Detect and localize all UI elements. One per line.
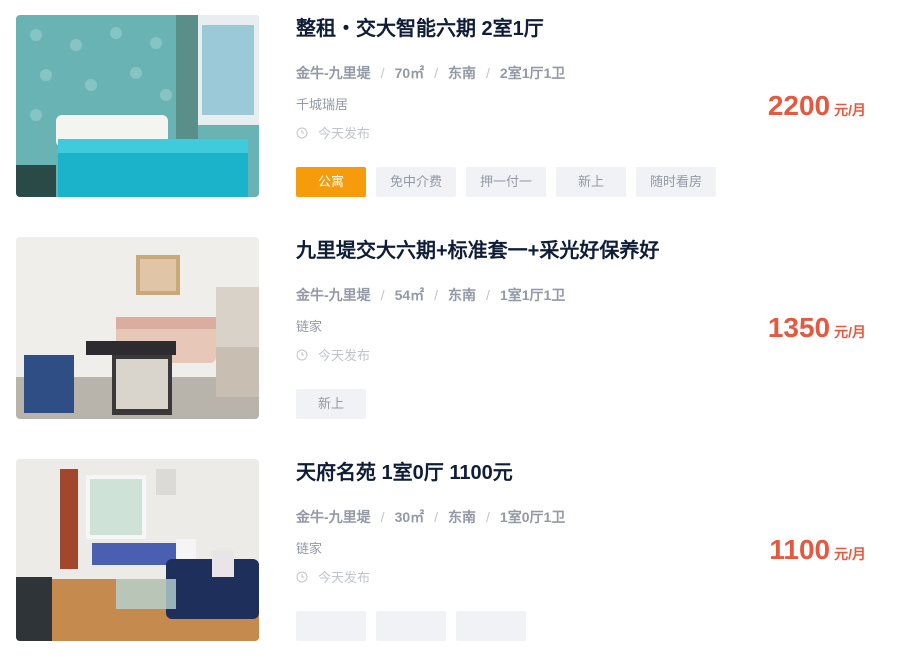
- listing-tags: 公寓 免中介费 押一付一 新上 随时看房: [296, 167, 717, 197]
- listing-posted: 今天发布: [296, 345, 370, 364]
- tag: [456, 611, 526, 641]
- clock-icon: [296, 571, 308, 582]
- listing-district[interactable]: 金牛-九里堤: [296, 287, 371, 303]
- listing-photo[interactable]: [16, 15, 259, 197]
- price-unit: 元/月: [834, 324, 866, 340]
- price-value: 1350: [767, 312, 831, 343]
- clock-icon: [296, 349, 308, 360]
- tag-apartment: 公寓: [296, 167, 366, 197]
- listing-orientation: 东南: [448, 287, 477, 303]
- listing-posted: 今天发布: [296, 567, 370, 586]
- listing-agency: 千城瑞居: [296, 97, 349, 112]
- posted-label: 今天发布: [318, 570, 371, 585]
- listing-layout: 2室1厅1卫: [499, 65, 566, 81]
- price-unit: 元/月: [834, 546, 866, 562]
- tag: [376, 611, 446, 641]
- posted-label: 今天发布: [318, 348, 371, 363]
- listing-title[interactable]: 天府名苑 1室0厅 1100元: [296, 456, 513, 485]
- listing-photo[interactable]: [16, 459, 259, 641]
- price-value: 1100: [769, 534, 831, 565]
- listing-agency: 链家: [296, 319, 323, 334]
- listing-price: 1350 元/月: [768, 312, 866, 344]
- listing-title[interactable]: 九里堤交大六期+标准套一+采光好保养好: [296, 234, 659, 263]
- listing-title[interactable]: 整租・交大智能六期 2室1厅: [296, 12, 544, 41]
- posted-label: 今天发布: [318, 126, 371, 141]
- listing-layout: 1室0厅1卫: [499, 509, 566, 525]
- price-value: 2200: [767, 90, 831, 121]
- listing-item[interactable]: 整租・交大智能六期 2室1厅 金牛-九里堤/70㎡ / 东南/2室1厅1卫 千城瑞居…: [0, 0, 908, 222]
- listing-item[interactable]: 天府名苑 1室0厅 1100元 金牛-九里堤/30㎡ / 东南/1室0厅1卫 链家 …: [0, 444, 908, 666]
- listing-orientation: 东南: [448, 509, 477, 525]
- listing-tags: [296, 611, 526, 641]
- clock-icon: [296, 127, 308, 138]
- listing-meta: 金牛-九里堤/54㎡ / 东南/1室1厅1卫: [296, 287, 566, 303]
- listing-layout: 1室1厅1卫: [499, 287, 566, 303]
- tag-new: 新上: [296, 389, 366, 419]
- listing-price: 2200 元/月: [768, 90, 866, 122]
- listing-district[interactable]: 金牛-九里堤: [296, 509, 371, 525]
- tag: [296, 611, 366, 641]
- tag-new: 新上: [556, 167, 627, 197]
- tag-viewing: 随时看房: [636, 167, 717, 197]
- listing-agency: 链家: [296, 541, 323, 556]
- listing-tags: 新上: [296, 389, 366, 419]
- listing-meta: 金牛-九里堤/30㎡ / 东南/1室0厅1卫: [296, 509, 566, 525]
- listing-area: 30㎡: [394, 509, 425, 525]
- listing-orientation: 东南: [448, 65, 477, 81]
- listing-posted: 今天发布: [296, 123, 370, 142]
- listing-area: 70㎡: [394, 65, 425, 81]
- listing-area: 54㎡: [394, 287, 425, 303]
- listing-district[interactable]: 金牛-九里堤: [296, 65, 371, 81]
- listing-photo[interactable]: [16, 237, 259, 419]
- listing-price: 1100 元/月: [769, 534, 866, 566]
- listing-meta: 金牛-九里堤/70㎡ / 东南/2室1厅1卫: [296, 65, 566, 81]
- price-unit: 元/月: [834, 102, 866, 118]
- tag-no-agency-fee: 免中介费: [376, 167, 457, 197]
- tag-deposit: 押一付一: [466, 167, 547, 197]
- listing-item[interactable]: 九里堤交大六期+标准套一+采光好保养好 金牛-九里堤/54㎡ / 东南/1室1厅1卫…: [0, 222, 908, 444]
